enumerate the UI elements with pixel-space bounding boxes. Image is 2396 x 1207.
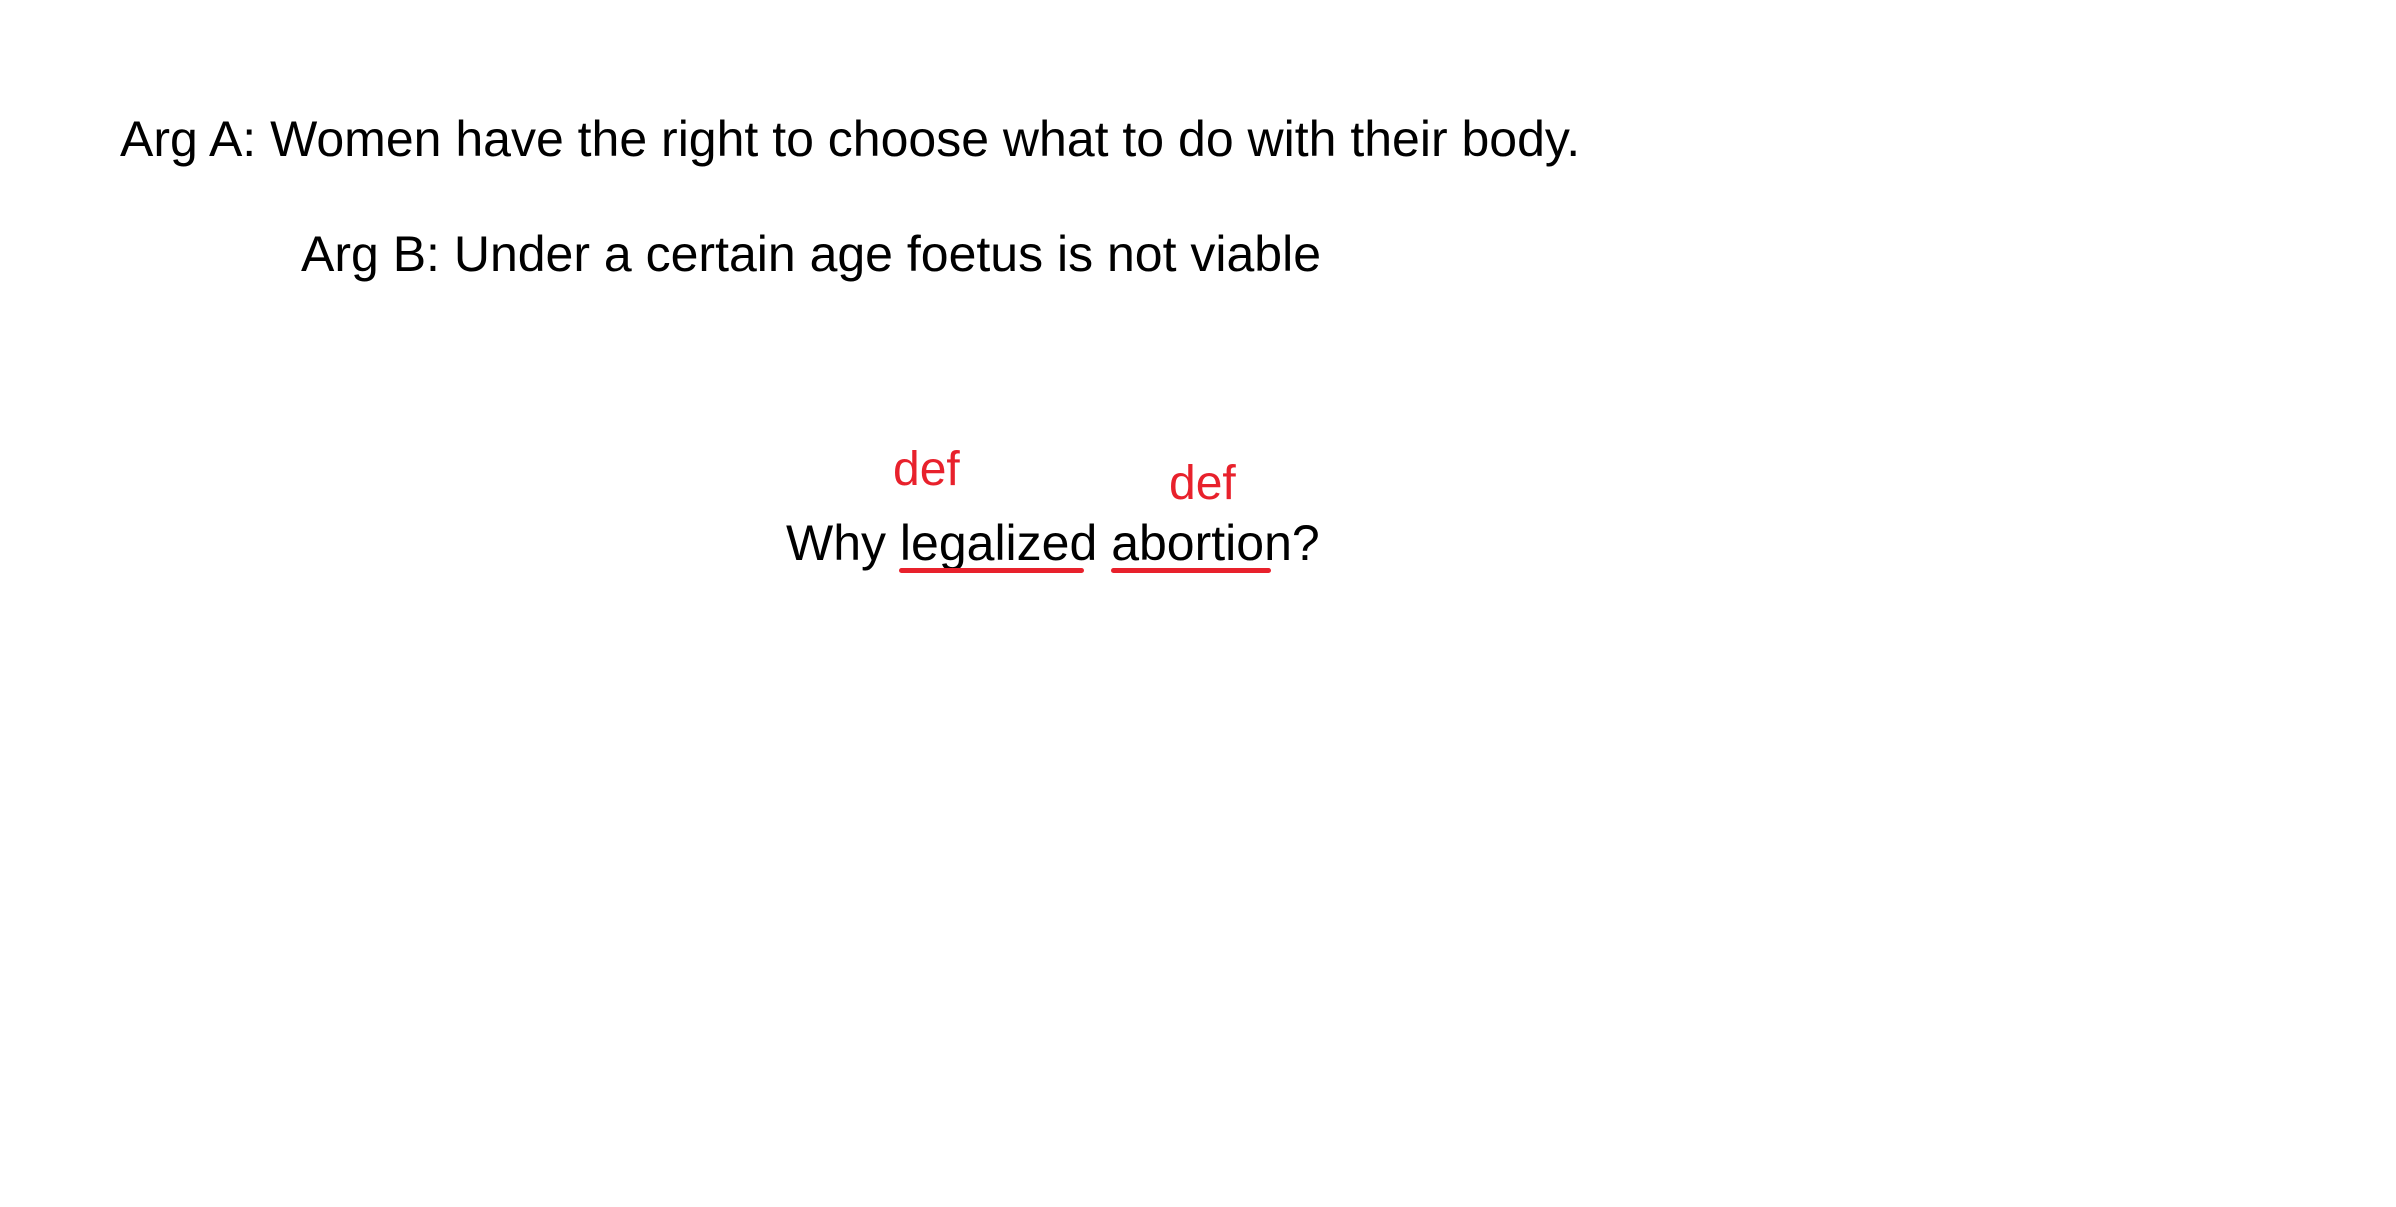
- question-suffix: ?: [1291, 515, 1320, 571]
- underline-legalized: [899, 568, 1084, 573]
- annotation-def-legalized: def: [893, 443, 960, 496]
- argument-a-text: Arg A: Women have the right to choose wh…: [120, 111, 1581, 167]
- whiteboard-canvas: Arg A: Women have the right to choose wh…: [0, 0, 2396, 1207]
- question-prefix: Why: [786, 515, 900, 571]
- question-word-legalized: legalized: [899, 515, 1098, 571]
- question-word-abortion: abortion: [1111, 515, 1292, 571]
- annotation-def-abortion: def: [1169, 457, 1236, 510]
- underline-abortion: [1111, 568, 1271, 573]
- argument-b-text: Arg B: Under a certain age foetus is not…: [301, 226, 1322, 282]
- question-space: [1097, 515, 1111, 571]
- question-text: Why legalized abortion?: [786, 518, 1320, 568]
